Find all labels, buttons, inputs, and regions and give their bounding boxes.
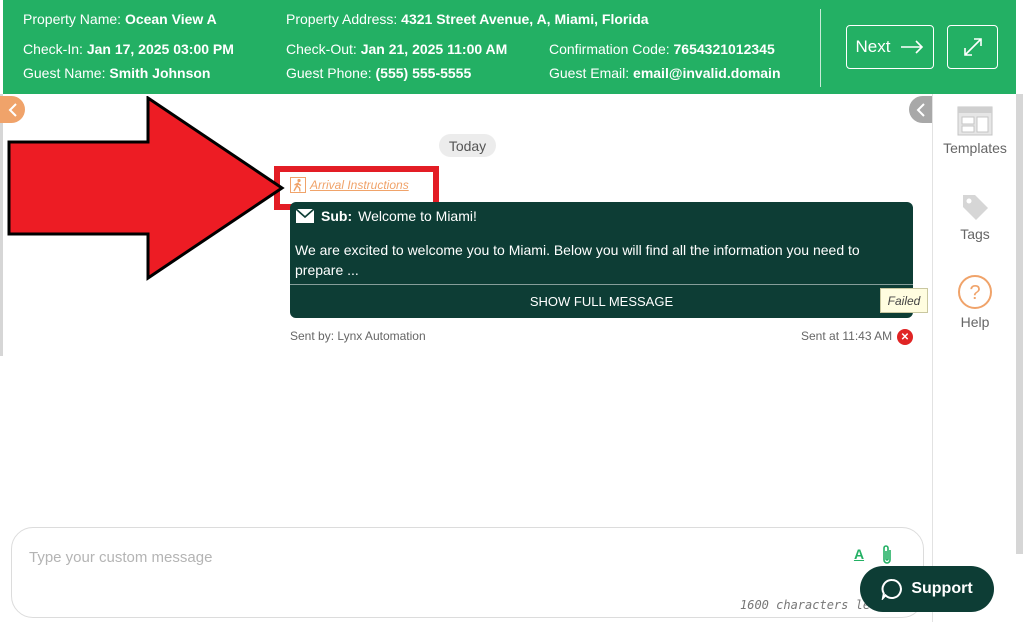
next-button-label: Next	[855, 37, 891, 56]
templates-icon	[957, 106, 993, 136]
date-divider: Today	[439, 134, 496, 157]
property-address-field: Property Address: 4321 Street Avenue, A,…	[286, 11, 649, 27]
help-icon: ?	[958, 275, 992, 309]
property-address-value: 4321 Street Avenue, A, Miami, Florida	[401, 11, 649, 27]
guest-email-field: Guest Email: email@invalid.domain	[549, 65, 781, 81]
walking-person-icon	[290, 177, 306, 193]
arrow-right-icon	[901, 40, 924, 54]
guest-phone-value: (555) 555-5555	[375, 65, 472, 81]
checkin-value: Jan 17, 2025 03:00 PM	[86, 41, 234, 57]
sent-by-text: Sent by: Lynx Automation	[290, 329, 426, 343]
tags-button[interactable]: Tags	[933, 192, 1017, 242]
tag-icon	[963, 195, 988, 220]
expand-icon	[963, 38, 982, 56]
templates-button[interactable]: Templates	[933, 106, 1017, 156]
property-name-value: Ocean View A	[124, 11, 217, 27]
template-link[interactable]: Arrival Instructions	[290, 177, 409, 193]
chat-bubble-icon	[881, 579, 903, 600]
header-divider	[820, 9, 821, 87]
reservation-header: Property Name: Ocean View A Property Add…	[3, 0, 1016, 94]
next-button[interactable]: Next	[846, 25, 934, 69]
expand-button[interactable]	[947, 25, 998, 69]
confirmation-value: 7654321012345	[673, 41, 775, 57]
message-input[interactable]	[29, 546, 789, 568]
annotation-arrow-icon	[7, 96, 285, 281]
collapse-right-button[interactable]	[909, 96, 933, 123]
checkout-field: Check-Out: Jan 21, 2025 11:00 AM	[286, 41, 508, 57]
property-name-field: Property Name: Ocean View A	[23, 11, 217, 27]
support-label: Support	[911, 580, 973, 597]
message-body: We are excited to welcome you to Miami. …	[295, 242, 860, 278]
svg-text:?: ?	[969, 282, 980, 304]
message-subject-line: Sub: Welcome to Miami!	[295, 208, 477, 224]
subject-label: Sub:	[321, 208, 353, 224]
help-label: Help	[960, 314, 990, 330]
error-icon[interactable]: ✕	[897, 329, 913, 345]
guest-email-value: email@invalid.domain	[633, 65, 781, 81]
message-composer: A 1600 characters left.	[11, 527, 924, 618]
status-badge: Failed	[880, 288, 928, 313]
envelope-icon	[295, 208, 315, 223]
checkin-field: Check-In: Jan 17, 2025 03:00 PM	[23, 41, 234, 57]
guest-name-field: Guest Name: Smith Johnson	[23, 65, 211, 81]
left-panel-edge	[0, 94, 3, 356]
chevron-left-icon	[916, 102, 925, 117]
support-button[interactable]: Support	[860, 566, 994, 612]
text-format-button[interactable]: A	[851, 546, 867, 566]
sent-at-text: Sent at 11:43 AM	[801, 329, 893, 343]
guest-name-value: Smith Johnson	[109, 65, 211, 81]
message-bubble: Sub: Welcome to Miami! We are excited to…	[290, 202, 913, 318]
confirmation-field: Confirmation Code: 7654321012345	[549, 41, 775, 57]
paperclip-icon[interactable]	[880, 544, 894, 566]
templates-label: Templates	[943, 140, 1007, 156]
tags-label: Tags	[960, 226, 990, 242]
help-button[interactable]: ? Help	[933, 274, 1017, 330]
template-link-label: Arrival Instructions	[310, 178, 409, 192]
right-sidebar: Templates Tags ? Help	[932, 94, 1016, 622]
show-full-message-button[interactable]: SHOW FULL MESSAGE	[290, 285, 913, 318]
guest-phone-field: Guest Phone: (555) 555-5555	[286, 65, 472, 81]
scrollbar-track[interactable]	[1016, 94, 1023, 554]
message-subject: Welcome to Miami!	[358, 208, 477, 224]
checkout-value: Jan 21, 2025 11:00 AM	[360, 41, 508, 57]
